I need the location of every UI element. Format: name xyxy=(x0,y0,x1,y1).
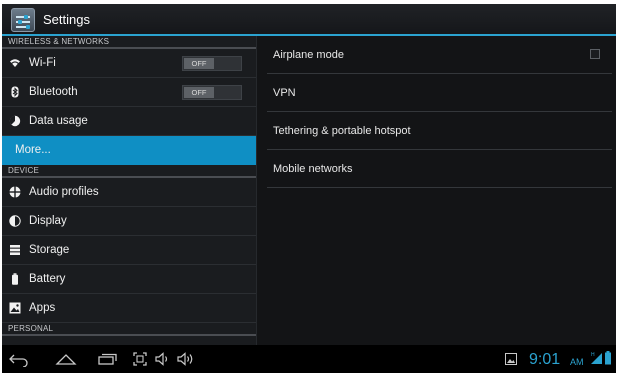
sidebar-item-label: Battery xyxy=(29,273,66,285)
sidebar-item-bluetooth[interactable]: Bluetooth OFF xyxy=(2,78,256,107)
settings-app-icon[interactable] xyxy=(11,8,35,32)
setting-tethering-hotspot[interactable]: Tethering & portable hotspot xyxy=(267,112,612,150)
battery-icon xyxy=(12,273,18,285)
setting-label: Airplane mode xyxy=(273,49,344,61)
status-clock-ampm: AM xyxy=(570,357,584,367)
sidebar-item-storage[interactable]: Storage xyxy=(2,236,256,265)
sidebar-item-label: Wi-Fi xyxy=(29,57,56,69)
sidebar-item-label: Bluetooth xyxy=(29,86,78,98)
sidebar-item-label: Data usage xyxy=(29,115,88,127)
app-title: Settings xyxy=(43,12,90,27)
device-screen: Settings WIRELESS & NETWORKS Wi-Fi OFF B… xyxy=(0,0,618,375)
bluetooth-toggle[interactable]: OFF xyxy=(182,85,242,100)
gallery-notification-icon[interactable] xyxy=(505,353,517,365)
sidebar-item-label: Storage xyxy=(29,244,70,256)
audio-profiles-icon xyxy=(9,186,21,198)
volume-down-icon[interactable] xyxy=(154,351,172,367)
bluetooth-icon xyxy=(11,86,19,98)
display-icon xyxy=(9,215,21,227)
setting-label: Tethering & portable hotspot xyxy=(273,125,411,137)
section-header-personal: PERSONAL xyxy=(2,323,256,336)
toggle-state: OFF xyxy=(184,58,214,69)
setting-mobile-networks[interactable]: Mobile networks xyxy=(267,150,612,188)
setting-label: VPN xyxy=(273,87,296,99)
back-icon[interactable] xyxy=(8,351,30,367)
sidebar-item-display[interactable]: Display xyxy=(2,207,256,236)
tablet-display: Settings WIRELESS & NETWORKS Wi-Fi OFF B… xyxy=(2,4,616,373)
settings-sidebar: WIRELESS & NETWORKS Wi-Fi OFF Bluetooth xyxy=(2,36,256,345)
setting-vpn[interactable]: VPN xyxy=(267,74,612,112)
battery-status-icon xyxy=(605,351,611,365)
svg-text:H: H xyxy=(591,352,595,358)
sidebar-item-audio-profiles[interactable]: Audio profiles xyxy=(2,178,256,207)
section-header-wireless: WIRELESS & NETWORKS xyxy=(2,36,256,49)
screenshot-icon[interactable] xyxy=(132,351,148,367)
airplane-mode-checkbox[interactable] xyxy=(590,49,600,59)
sidebar-item-data-usage[interactable]: Data usage xyxy=(2,107,256,136)
signal-icon: H xyxy=(591,352,602,364)
sidebar-item-label: Apps xyxy=(29,302,56,314)
storage-icon xyxy=(10,245,20,255)
toggle-state: OFF xyxy=(184,87,214,98)
apps-icon xyxy=(9,302,21,314)
section-header-device: DEVICE xyxy=(2,165,256,178)
volume-up-icon[interactable] xyxy=(176,351,196,367)
home-icon[interactable] xyxy=(54,351,78,367)
sidebar-item-apps[interactable]: Apps xyxy=(2,294,256,323)
setting-label: Mobile networks xyxy=(273,163,353,175)
sidebar-item-wifi[interactable]: Wi-Fi OFF xyxy=(2,49,256,78)
sidebar-item-label: Audio profiles xyxy=(29,186,99,198)
sidebar-item-label: Display xyxy=(29,215,67,227)
system-navigation-bar: 9:01 AM H xyxy=(2,345,616,373)
action-bar: Settings xyxy=(2,4,616,36)
status-clock: 9:01 xyxy=(529,351,561,368)
setting-airplane-mode[interactable]: Airplane mode xyxy=(267,36,612,74)
wifi-icon xyxy=(10,59,20,67)
settings-detail-panel: Airplane mode VPN Tethering & portable h… xyxy=(256,36,616,345)
sidebar-item-more[interactable]: More... xyxy=(2,136,256,165)
data-usage-icon xyxy=(9,115,21,127)
sidebar-item-label: More... xyxy=(15,144,51,156)
sidebar-item-battery[interactable]: Battery xyxy=(2,265,256,294)
wifi-toggle[interactable]: OFF xyxy=(182,56,242,71)
recent-apps-icon[interactable] xyxy=(96,351,118,367)
